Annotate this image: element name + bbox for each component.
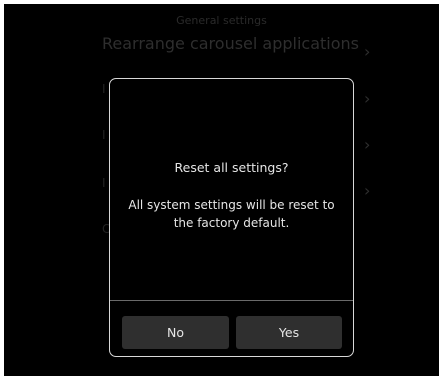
settings-list-item[interactable]: I	[102, 128, 106, 142]
settings-list-item[interactable]: I	[102, 82, 106, 96]
screen: General settings Rearrange carousel appl…	[4, 4, 439, 376]
reset-confirm-dialog: Reset all settings? All system settings …	[109, 78, 354, 357]
dialog-divider	[110, 300, 353, 301]
settings-list-item[interactable]: I	[102, 176, 106, 190]
dialog-message: All system settings will be reset to the…	[128, 198, 335, 230]
chevron-right-icon[interactable]: ›	[364, 42, 370, 61]
dialog-title: Reset all settings?	[174, 160, 289, 175]
yes-button[interactable]: Yes	[236, 316, 342, 349]
chevron-right-icon[interactable]: ›	[364, 181, 370, 200]
chevron-right-icon[interactable]: ›	[364, 89, 370, 108]
chevron-right-icon[interactable]: ›	[364, 135, 370, 154]
no-button[interactable]: No	[122, 316, 229, 349]
rearrange-carousel-item[interactable]: Rearrange carousel applications	[102, 34, 359, 53]
header-title: General settings	[176, 14, 267, 27]
